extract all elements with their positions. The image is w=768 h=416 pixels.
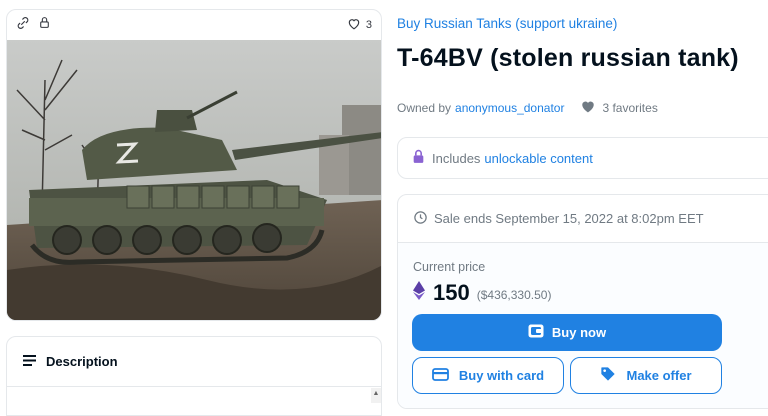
owned-by-label: Owned by [397, 100, 452, 115]
make-offer-button[interactable]: Make offer [570, 357, 722, 394]
lock-filled-icon [412, 149, 425, 167]
description-title: Description [46, 354, 118, 369]
buy-with-card-label: Buy with card [458, 368, 545, 383]
heart-icon [347, 17, 361, 33]
tank-image[interactable] [7, 40, 382, 321]
owner-link[interactable]: anonymous_donator [455, 101, 564, 115]
unlockable-content-banner: Includes unlockable content [397, 137, 768, 179]
item-media-card: 3 [6, 9, 382, 321]
wallet-icon [528, 324, 544, 341]
unlockable-prefix: Includes [432, 150, 481, 166]
credit-card-icon [431, 367, 449, 384]
item-title: T-64BV (stolen russian tank) [397, 44, 739, 72]
heart-filled-icon [580, 99, 596, 116]
price-usd: ($436,330.50) [476, 288, 552, 302]
buy-now-button[interactable]: Buy now [412, 314, 722, 351]
description-panel: Description [6, 336, 382, 416]
make-offer-label: Make offer [626, 368, 692, 383]
media-card-header: 3 [7, 10, 381, 40]
favorite-button[interactable]: 3 [347, 17, 372, 33]
clock-icon [413, 210, 428, 228]
owner-row: Owned by anonymous_donator 3 favorites [397, 99, 658, 116]
favorites-label: 3 favorites [602, 100, 658, 115]
media-card-header-left [16, 16, 51, 35]
sale-end-row: Sale ends September 15, 2022 at 8:02pm E… [398, 195, 768, 243]
scrollbar-up-arrow[interactable]: ▲ [371, 388, 381, 403]
favorite-count: 3 [365, 19, 372, 31]
price-row: 150 ($436,330.50) [413, 278, 761, 308]
collection-link[interactable]: Buy Russian Tanks (support ukraine) [397, 16, 617, 31]
buy-now-label: Buy now [551, 325, 607, 340]
unlockable-link[interactable]: unlockable content [484, 151, 592, 166]
list-icon [23, 354, 36, 369]
link-icon[interactable] [16, 16, 30, 35]
price-value: 150 [433, 280, 470, 305]
tag-icon [600, 366, 616, 385]
buy-with-card-button[interactable]: Buy with card [412, 357, 564, 394]
favorites-count: 3 favorites [580, 99, 658, 116]
description-header[interactable]: Description [7, 337, 381, 387]
ethereum-icon [413, 281, 425, 305]
sale-end-text: Sale ends September 15, 2022 at 8:02pm E… [434, 211, 704, 226]
current-price-label: Current price [413, 260, 486, 274]
lock-icon [38, 16, 51, 34]
